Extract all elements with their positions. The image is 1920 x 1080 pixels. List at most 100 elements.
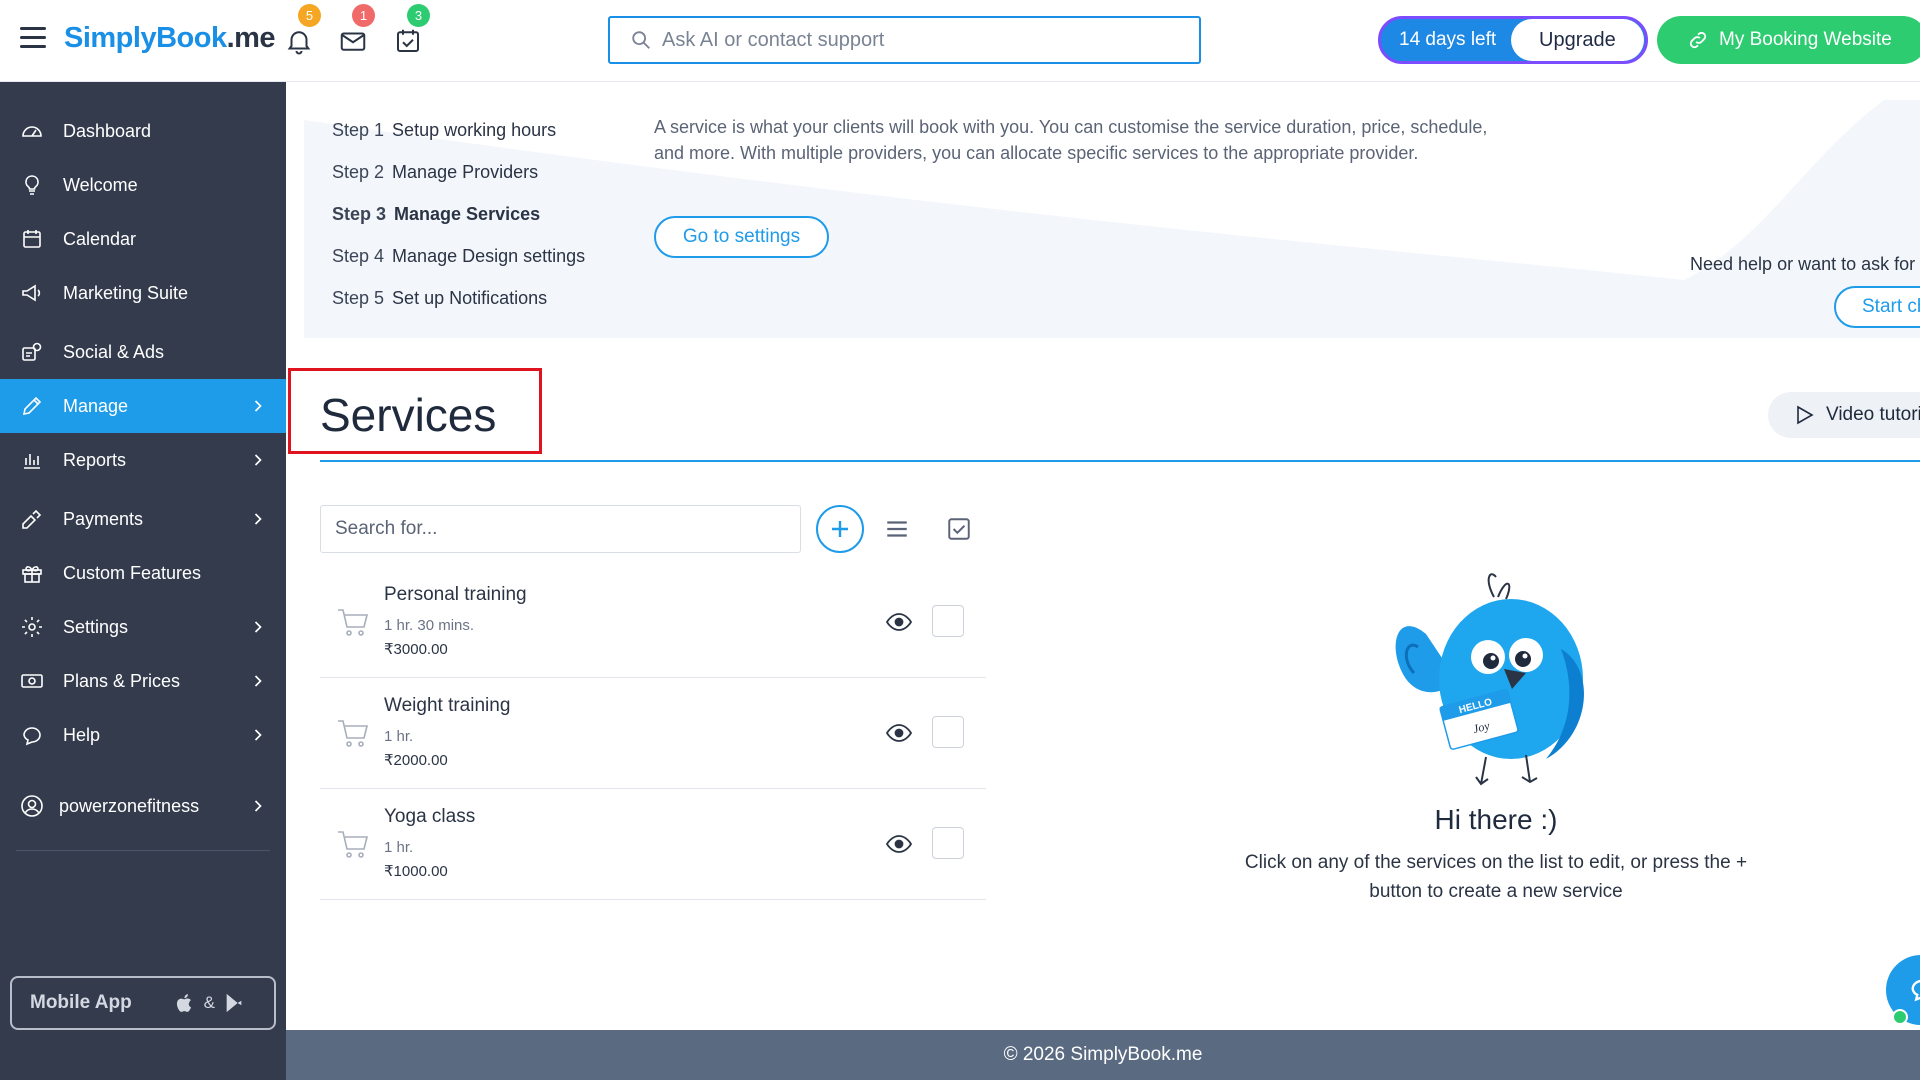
calendar-icon [23, 230, 41, 248]
video-tutorial-label: Video tutori [1826, 404, 1920, 425]
sidebar-item-account[interactable]: powerzonefitness [0, 779, 286, 833]
services-search-input[interactable] [320, 505, 801, 553]
sidebar-item-calendar[interactable]: Calendar [0, 212, 286, 266]
page-title: Services [320, 389, 497, 441]
top-bar: SimplyBook.me 5 1 3 14 days left Upgrade… [0, 0, 1920, 82]
go-to-settings-button[interactable]: Go to settings [654, 216, 829, 258]
service-price: ₹2000.00 [384, 752, 448, 769]
cart-icon [338, 609, 369, 636]
step-number: Step 5 [332, 288, 385, 308]
my-booking-website-button[interactable]: My Booking Website [1657, 16, 1920, 64]
add-service-button[interactable] [816, 505, 864, 553]
logo[interactable]: SimplyBook.me [64, 22, 276, 55]
sidebar-item-marketing-suite[interactable]: Marketing Suite [0, 266, 286, 320]
step-number: Step 4 [332, 246, 385, 266]
list-view-icon[interactable] [884, 516, 910, 542]
step-2[interactable]: Step 2 Manage Providers [332, 162, 538, 183]
select-all-checkbox-icon[interactable] [946, 516, 972, 542]
sidebar-item-plans-prices[interactable]: Plans & Prices [0, 654, 286, 708]
service-row-yoga-class[interactable]: Yoga class 1 hr. ₹1000.00 [320, 790, 986, 900]
main-content: Step 1 Setup working hours Step 2 Manage P… [286, 82, 1920, 1030]
sidebar-item-custom-features[interactable]: Custom Features [0, 546, 286, 600]
step-3[interactable]: Step 3 Manage Services [332, 204, 540, 225]
logo-suffix: .me [226, 22, 276, 54]
sidebar-item-settings[interactable]: Settings [0, 600, 286, 654]
ai-search-input[interactable] [662, 28, 1182, 52]
payments-icon [22, 509, 42, 529]
sidebar-item-manage[interactable]: Manage [0, 379, 286, 433]
service-checkbox[interactable] [932, 716, 964, 748]
onboarding-steps-panel: Step 1 Setup working hours Step 2 Manage P… [304, 100, 1920, 338]
service-name: Yoga class [384, 806, 476, 827]
video-tutorial-button[interactable]: Video tutori [1768, 392, 1920, 438]
chevron-right-icon [254, 400, 262, 412]
start-chat-button[interactable]: Start cha [1834, 286, 1920, 328]
sidebar-item-dashboard[interactable]: Dashboard [0, 104, 286, 158]
calendar-check-icon [397, 29, 419, 52]
chevron-right-icon [254, 675, 262, 687]
step-label: Manage Services [394, 204, 541, 224]
empty-state-text: Click on any of the services on the list… [1244, 852, 1748, 902]
tasks-badge: 3 [407, 4, 430, 27]
service-price: ₹3000.00 [384, 641, 448, 658]
google-play-icon [226, 993, 242, 1013]
user-icon [21, 795, 43, 817]
title-underline [320, 460, 1920, 462]
chat-widget-button[interactable] [1886, 955, 1920, 1025]
sidebar-divider [16, 850, 270, 851]
sidebar-item-label: Welcome [63, 174, 138, 195]
tasks-button[interactable]: 3 [393, 4, 430, 56]
logo-text: SimplyBook [64, 22, 227, 54]
banknote-icon [21, 674, 43, 688]
sidebar-item-welcome[interactable]: Welcome [0, 158, 286, 212]
step-5[interactable]: Step 5 Set up Notifications [332, 288, 547, 309]
upgrade-button[interactable]: Upgrade [1511, 19, 1644, 61]
step-4[interactable]: Step 4 Manage Design settings [332, 246, 585, 267]
trial-days-text: 14 days left [1399, 29, 1497, 50]
sidebar-item-reports[interactable]: Reports [0, 433, 286, 487]
apple-icon [176, 994, 191, 1012]
notifications-button[interactable]: 5 [284, 4, 321, 56]
messages-badge: 1 [352, 4, 375, 27]
envelope-icon [340, 32, 366, 51]
gauge-icon [22, 126, 42, 137]
footer: © 2026 SimplyBook.me [286, 1030, 1920, 1080]
gift-icon [22, 566, 42, 583]
step-1[interactable]: Step 1 Setup working hours [332, 120, 556, 141]
sidebar-item-label: Dashboard [63, 120, 152, 141]
bird-mascot-illustration: HELLO Joy [1395, 573, 1584, 786]
eye-icon[interactable] [886, 612, 912, 632]
step-number: Step 2 [332, 162, 385, 182]
service-row-weight-training[interactable]: Weight training 1 hr. ₹2000.00 [320, 679, 986, 789]
mobile-app-button[interactable]: Mobile App & [10, 976, 276, 1030]
pencil-icon [22, 396, 42, 416]
chevron-right-icon [254, 454, 262, 466]
sidebar-item-label: Plans & Prices [63, 670, 181, 691]
sidebar-item-label: Settings [63, 616, 129, 637]
eye-icon[interactable] [886, 723, 912, 743]
sidebar-item-social-ads[interactable]: Social & Ads [0, 325, 286, 379]
ai-search-box[interactable] [608, 16, 1201, 64]
messages-button[interactable]: 1 [338, 4, 375, 56]
sidebar-item-label: Custom Features [63, 562, 202, 583]
chevron-right-icon [254, 621, 262, 633]
service-checkbox[interactable] [932, 827, 964, 859]
step-number: Step 3 [332, 204, 387, 224]
sidebar-item-help[interactable]: Help [0, 708, 286, 762]
step-description: A service is what your clients will book… [654, 117, 1488, 163]
my-booking-website-label: My Booking Website [1719, 29, 1892, 50]
sidebar-item-payments[interactable]: Payments [0, 492, 286, 546]
service-row-personal-training[interactable]: Personal training 1 hr. 30 mins. ₹3000.0… [320, 568, 986, 678]
menu-icon[interactable] [20, 27, 46, 49]
step-label: Manage Providers [392, 162, 539, 182]
eye-icon[interactable] [886, 834, 912, 854]
gear-icon [22, 617, 42, 637]
megaphone-icon [22, 284, 41, 302]
notifications-badge: 5 [298, 4, 321, 27]
play-icon [1797, 405, 1814, 425]
chat-icon [1911, 979, 1920, 1002]
plus-icon [832, 521, 848, 537]
service-checkbox[interactable] [932, 605, 964, 637]
sidebar-item-label: Manage [63, 395, 129, 416]
mobile-app-amp: & [203, 993, 216, 1012]
